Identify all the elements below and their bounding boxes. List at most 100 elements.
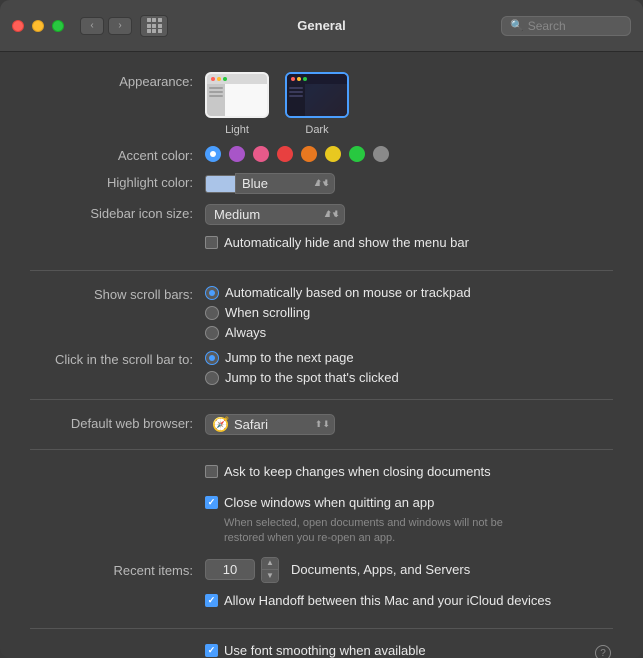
highlight-select-wrapper: Blue Gold Graphite Green Orange Pink Pur… [205, 173, 335, 194]
accent-red[interactable] [277, 146, 293, 162]
scroll-auto-label: Automatically based on mouse or trackpad [225, 285, 471, 300]
handoff-row: Allow Handoff between this Mac and your … [30, 593, 613, 614]
accent-orange[interactable] [301, 146, 317, 162]
appearance-options: Light [205, 72, 349, 136]
default-browser-control: 🧭 Safari Chrome Firefox ⬆⬇ [205, 414, 613, 435]
click-scroll-bar-row: Click in the scroll bar to: Jump to the … [30, 350, 613, 385]
accent-purple[interactable] [229, 146, 245, 162]
appearance-light[interactable]: Light [205, 72, 269, 136]
accent-yellow[interactable] [325, 146, 341, 162]
scroll-always-row[interactable]: Always [205, 325, 471, 340]
search-box[interactable]: 🔍 [501, 16, 631, 36]
click-spot-radio[interactable] [205, 371, 219, 385]
handoff-checkbox[interactable] [205, 594, 218, 607]
accent-color-control [205, 146, 613, 162]
highlight-swatch [205, 175, 235, 193]
stepper-up-button[interactable]: ▲ [262, 558, 278, 570]
default-browser-row: Default web browser: 🧭 Safari Chrome Fir… [30, 414, 613, 435]
search-input[interactable] [528, 19, 622, 33]
sidebar-icon-size-row: Sidebar icon size: Small Medium Large ⬆⬇ [30, 204, 613, 225]
appearance-dark[interactable]: Dark [285, 72, 349, 136]
divider-4 [30, 628, 613, 629]
highlight-color-control: Blue Gold Graphite Green Orange Pink Pur… [205, 173, 613, 194]
click-scroll-bar-label: Click in the scroll bar to: [30, 350, 205, 367]
sidebar-icon-size-select[interactable]: Small Medium Large [205, 204, 345, 225]
stepper-down-button[interactable]: ▼ [262, 570, 278, 582]
accent-graphite[interactable] [373, 146, 389, 162]
recent-items-row: Recent items: ▲ ▼ Documents, Apps, and S… [30, 557, 613, 583]
close-windows-subtext: When selected, open documents and window… [224, 516, 544, 547]
divider-1 [30, 270, 613, 271]
click-scroll-bar-control: Jump to the next page Jump to the spot t… [205, 350, 613, 385]
help-button[interactable]: ? [595, 645, 611, 658]
traffic-lights [12, 20, 64, 32]
close-docs-spacer [30, 464, 205, 466]
scroll-auto-radio[interactable] [205, 286, 219, 300]
highlight-color-select[interactable]: Blue Gold Graphite Green Orange Pink Pur… [235, 173, 335, 194]
handoff-checkbox-row[interactable]: Allow Handoff between this Mac and your … [205, 593, 551, 608]
close-docs-row: Ask to keep changes when closing documen… [30, 464, 613, 485]
grid-view-button[interactable] [140, 15, 168, 37]
close-windows-control: Close windows when quitting an app When … [205, 495, 613, 547]
divider-3 [30, 449, 613, 450]
forward-button[interactable]: › [108, 17, 132, 35]
recent-items-control: ▲ ▼ Documents, Apps, and Servers [205, 557, 613, 583]
close-windows-checkbox-row[interactable]: Close windows when quitting an app [205, 495, 544, 510]
stepper-wrapper: ▲ ▼ Documents, Apps, and Servers [205, 557, 470, 583]
scroll-always-label: Always [225, 325, 266, 340]
click-spot-row[interactable]: Jump to the spot that's clicked [205, 370, 399, 385]
click-scroll-radio-group: Jump to the next page Jump to the spot t… [205, 350, 399, 385]
dark-thumbnail [285, 72, 349, 118]
accent-color-row: Accent color: [30, 146, 613, 163]
handoff-spacer [30, 593, 205, 595]
click-next-page-row[interactable]: Jump to the next page [205, 350, 399, 365]
close-button[interactable] [12, 20, 24, 32]
appearance-control: Light [205, 72, 613, 136]
sidebar-icon-size-label: Sidebar icon size: [30, 204, 205, 221]
show-scroll-bars-label: Show scroll bars: [30, 285, 205, 302]
menu-bar-row: Automatically hide and show the menu bar [30, 235, 613, 256]
recent-items-suffix: Documents, Apps, and Servers [291, 562, 470, 577]
accent-pink[interactable] [253, 146, 269, 162]
menu-bar-label [30, 235, 205, 237]
content-area: Appearance: [0, 52, 643, 658]
minimize-button[interactable] [32, 20, 44, 32]
scroll-when-scrolling-radio[interactable] [205, 306, 219, 320]
menu-bar-control: Automatically hide and show the menu bar [205, 235, 613, 256]
font-smoothing-checkbox[interactable] [205, 644, 218, 657]
font-smoothing-control: Use font smoothing when available ? [205, 643, 613, 658]
handoff-label: Allow Handoff between this Mac and your … [224, 593, 551, 608]
sidebar-icon-size-control: Small Medium Large ⬆⬇ [205, 204, 613, 225]
appearance-label: Appearance: [30, 72, 205, 89]
close-docs-label: Ask to keep changes when closing documen… [224, 464, 491, 479]
scroll-bars-radio-group: Automatically based on mouse or trackpad… [205, 285, 471, 340]
scroll-when-scrolling-row[interactable]: When scrolling [205, 305, 471, 320]
font-smoothing-checkbox-row[interactable]: Use font smoothing when available [205, 643, 595, 658]
search-icon: 🔍 [510, 19, 524, 32]
accent-blue[interactable] [205, 146, 221, 162]
close-docs-checkbox-row[interactable]: Ask to keep changes when closing documen… [205, 464, 491, 479]
maximize-button[interactable] [52, 20, 64, 32]
light-label: Light [225, 124, 249, 136]
recent-items-input[interactable] [205, 559, 255, 580]
click-next-page-radio[interactable] [205, 351, 219, 365]
default-browser-select[interactable]: Safari Chrome Firefox [205, 414, 335, 435]
scroll-always-radio[interactable] [205, 326, 219, 340]
menu-bar-checkbox-label: Automatically hide and show the menu bar [224, 235, 469, 250]
stepper-buttons: ▲ ▼ [261, 557, 279, 583]
close-docs-checkbox[interactable] [205, 465, 218, 478]
highlight-color-row: Highlight color: Blue Gold Graphite Gree… [30, 173, 613, 194]
handoff-control: Allow Handoff between this Mac and your … [205, 593, 613, 614]
close-windows-label: Close windows when quitting an app [224, 495, 434, 510]
back-button[interactable]: ‹ [80, 17, 104, 35]
highlight-select-wrapper-inner: Blue Gold Graphite Green Orange Pink Pur… [235, 173, 335, 194]
menu-bar-checkbox[interactable] [205, 236, 218, 249]
titlebar: ‹ › General 🔍 [0, 0, 643, 52]
close-docs-control: Ask to keep changes when closing documen… [205, 464, 613, 485]
accent-green[interactable] [349, 146, 365, 162]
menu-bar-checkbox-row[interactable]: Automatically hide and show the menu bar [205, 235, 469, 250]
browser-select-wrapper: 🧭 Safari Chrome Firefox ⬆⬇ [205, 414, 335, 435]
close-windows-checkbox[interactable] [205, 496, 218, 509]
scroll-auto-row[interactable]: Automatically based on mouse or trackpad [205, 285, 471, 300]
nav-buttons: ‹ › [80, 17, 132, 35]
